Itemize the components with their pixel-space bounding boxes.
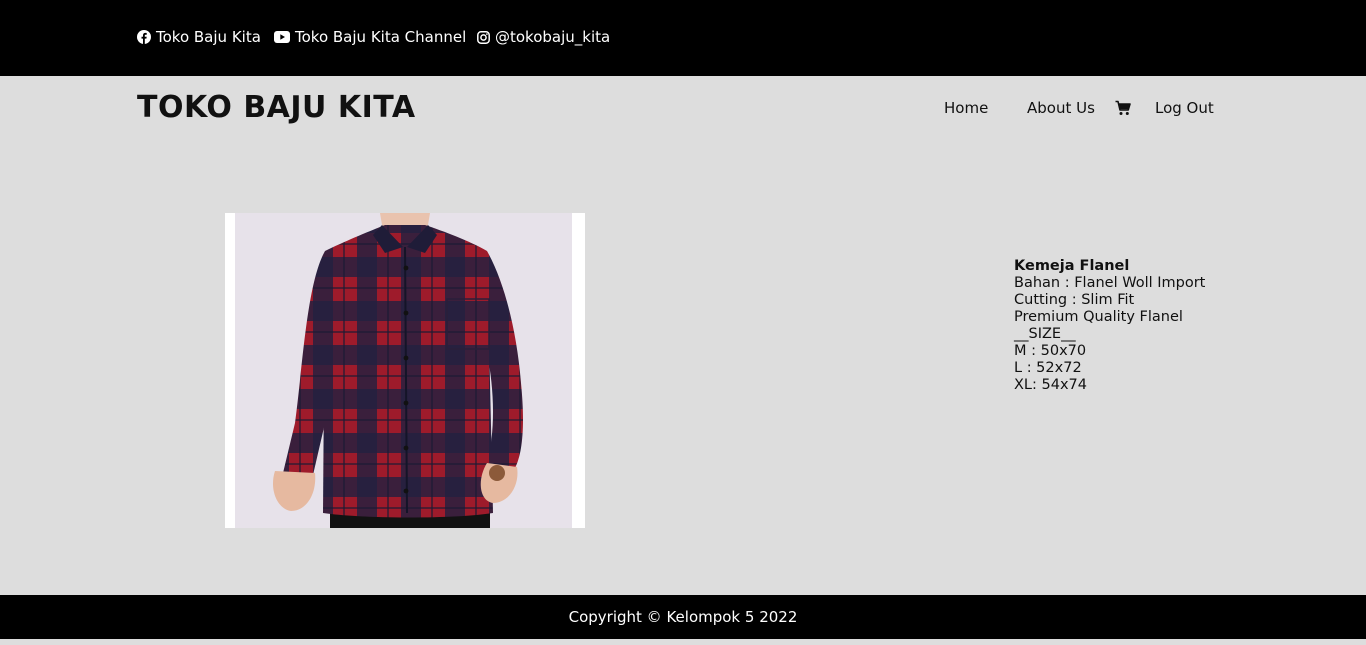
cart-link[interactable] [1115,100,1131,116]
nav-about-us[interactable]: About Us [1027,99,1095,117]
product-size-m: M : 50x70 [1014,343,1087,359]
facebook-link[interactable]: Toko Baju Kita [137,27,261,47]
youtube-link[interactable]: Toko Baju Kita Channel [274,27,466,47]
copyright-text: Copyright © Kelompok 5 2022 [568,608,798,626]
product-quality: Premium Quality Flanel [1014,309,1183,325]
youtube-icon [274,31,290,43]
product-image [225,213,585,528]
facebook-label: Toko Baju Kita [156,28,261,46]
site-brand[interactable]: TOKO BAJU KITA [137,90,416,125]
instagram-link[interactable]: @tokobaju_kita [477,27,610,47]
youtube-label: Toko Baju Kita Channel [295,28,467,46]
site-footer: Copyright © Kelompok 5 2022 [0,595,1366,639]
product-details: Kemeja Flanel Bahan : Flanel Woll Import… [1014,258,1205,394]
nav-log-out[interactable]: Log Out [1155,99,1214,117]
facebook-icon [137,30,151,44]
product-size-heading: __SIZE__ [1014,326,1076,342]
product-material: Bahan : Flanel Woll Import [1014,275,1206,291]
product-name: Kemeja Flanel [1014,258,1130,274]
product-cutting: Cutting : Slim Fit [1014,292,1135,308]
product-size-xl: XL: 54x74 [1014,377,1087,393]
social-topbar: Toko Baju Kita Toko Baju Kita Channel @t… [0,0,1366,76]
nav-home[interactable]: Home [944,99,988,117]
product-size-l: L : 52x72 [1014,360,1082,376]
instagram-label: @tokobaju_kita [495,28,611,46]
cart-icon [1115,100,1131,115]
instagram-icon [477,30,490,44]
